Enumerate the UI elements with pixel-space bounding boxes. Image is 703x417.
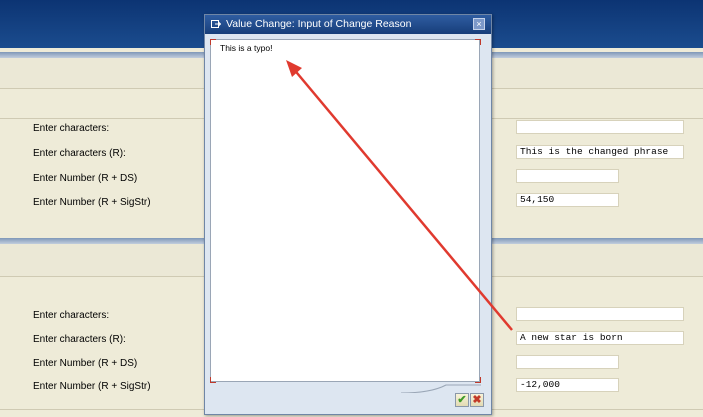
annotation-arrow [286, 60, 513, 331]
arrow-line [291, 66, 513, 331]
